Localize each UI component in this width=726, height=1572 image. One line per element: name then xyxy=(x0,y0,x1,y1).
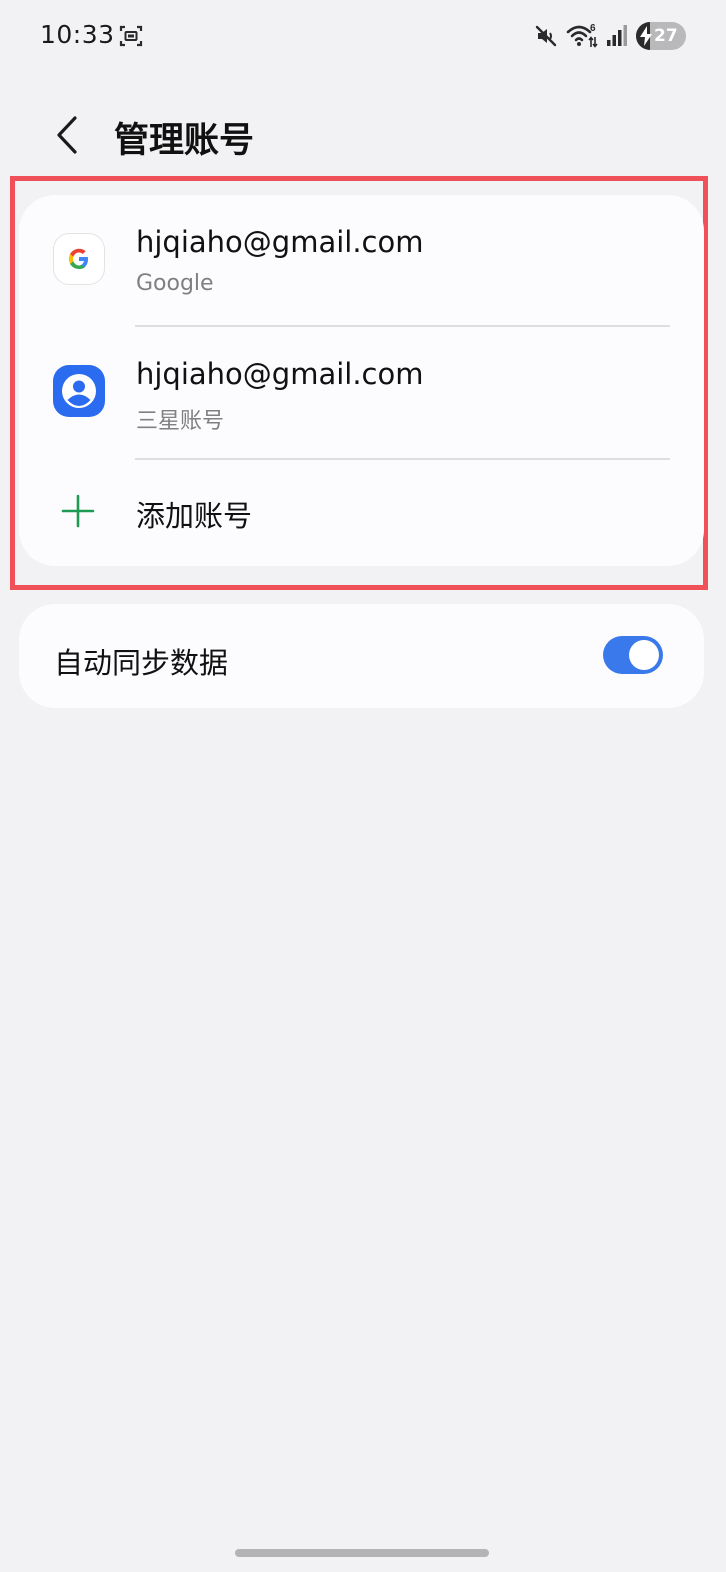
account-email: hjqiaho@gmail.com xyxy=(136,357,424,391)
accounts-card: hjqiaho@gmail.com Google hjqiaho@gmail.c… xyxy=(19,195,704,566)
sync-card[interactable]: 自动同步数据 xyxy=(19,604,704,708)
svg-text:6: 6 xyxy=(590,23,596,34)
battery-charging-icon: 27 xyxy=(636,22,686,50)
header: 管理账号 xyxy=(0,100,726,172)
add-account-label: 添加账号 xyxy=(136,499,253,533)
auto-sync-label: 自动同步数据 xyxy=(54,646,229,680)
add-account-button[interactable]: 添加账号 xyxy=(19,461,704,561)
charging-bolt-icon xyxy=(640,26,652,46)
battery-level: 27 xyxy=(654,26,678,46)
status-bar: 10:33 6 27 xyxy=(0,0,726,72)
back-button[interactable] xyxy=(40,108,94,162)
page-title: 管理账号 xyxy=(114,121,255,161)
auto-sync-toggle[interactable] xyxy=(603,636,663,674)
status-time: 10:33 xyxy=(40,20,115,49)
samsung-account-icon xyxy=(53,365,105,417)
signal-icon xyxy=(606,24,628,48)
status-icons: 6 27 xyxy=(534,20,686,52)
home-indicator[interactable] xyxy=(235,1549,489,1557)
toggle-knob xyxy=(629,640,659,670)
divider xyxy=(135,458,670,460)
account-item-google[interactable]: hjqiaho@gmail.com Google xyxy=(19,195,704,325)
mute-icon xyxy=(534,24,558,48)
account-email: hjqiaho@gmail.com xyxy=(136,225,424,259)
wifi-6-icon: 6 xyxy=(566,22,598,50)
account-type: 三星账号 xyxy=(136,409,225,434)
account-type: Google xyxy=(136,271,214,296)
account-item-samsung[interactable]: hjqiaho@gmail.com 三星账号 xyxy=(19,327,704,457)
screen-recorder-icon xyxy=(119,24,143,48)
chevron-left-icon xyxy=(57,116,77,154)
plus-icon xyxy=(61,494,95,528)
google-logo-icon xyxy=(53,233,105,285)
